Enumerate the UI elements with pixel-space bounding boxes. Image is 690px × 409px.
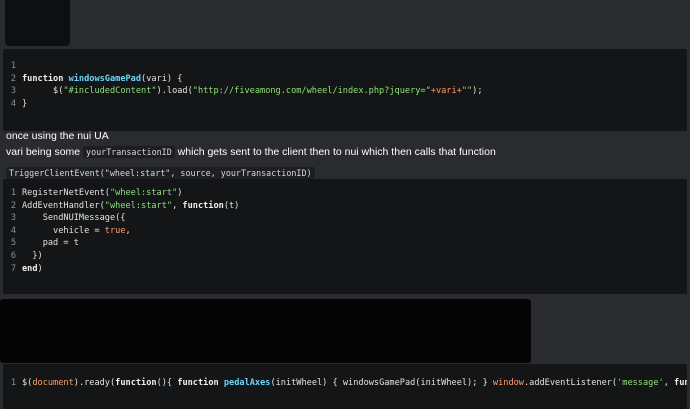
code-line: 7 end) [3, 263, 687, 276]
code-token: , [172, 200, 183, 211]
code-line: 3 $("#includedContent").load("http://fiv… [3, 85, 687, 98]
line-number: 4 [10, 98, 16, 109]
inline-code-trigger-client-event: TriggerClientEvent("wheel:start", source… [6, 167, 315, 179]
code-line: 5 pad = t [3, 237, 687, 250]
code-token: windowsGamePad [68, 73, 142, 84]
code-token: ) [37, 263, 43, 274]
code-token: (vari) { [141, 73, 183, 84]
code-token: (){ [156, 378, 178, 388]
line-number: 2 [10, 200, 16, 211]
code-line: 4 vehicle = true, [3, 225, 687, 238]
code-token: vehicle = [22, 225, 105, 236]
code-token: $( [22, 86, 64, 97]
code-token: "" [461, 86, 473, 97]
code-token: "wheel:start" [104, 200, 173, 211]
code-block-windows-gamepad: 1 2 function windowsGamePad(vari) {3 $("#i… [3, 49, 687, 131]
code-line: 1 $(document).ready(function(){ function … [3, 377, 687, 390]
line-number: 6 [10, 250, 16, 261]
code-line: 1 RegisterNetEvent("wheel:start") [3, 187, 687, 200]
code-token: "wheel:start" [109, 188, 178, 198]
code-block-document-ready: 1 $(document).ready(function(){ function … [3, 364, 687, 409]
redacted-image-middle [0, 299, 531, 363]
paragraph-vari-description: vari being some yourTransactionID which … [6, 146, 496, 158]
code-line: 6 }) [3, 250, 687, 263]
code-token: }) [22, 250, 43, 261]
code-token: $( [22, 378, 33, 388]
line-number: 4 [10, 225, 16, 236]
code-token: true [104, 225, 126, 236]
line-number: 1 [10, 188, 16, 198]
paragraph-text-before: vari being some [6, 146, 84, 158]
redacted-image-top [5, 0, 70, 46]
code-token: function [22, 73, 69, 84]
paragraph-text-after: which gets sent to the client then to nu… [174, 146, 496, 158]
code-token: window [492, 378, 524, 388]
code-token: SendNUIMessage({ [22, 213, 126, 224]
inline-code-transaction-id: yourTransactionID [83, 146, 175, 158]
code-token: end [22, 263, 38, 274]
paragraph-nui-ua: once using the nui UA [6, 130, 109, 142]
code-token: +vari+ [430, 86, 462, 97]
code-token: , [663, 378, 675, 388]
code-line: 2 AddEventHandler("wheel:start", function… [3, 200, 687, 213]
code-token: ) [177, 188, 183, 198]
code-line: 4} [3, 98, 687, 111]
code-token: pedalAxes [223, 378, 271, 388]
code-token: ).load( [156, 86, 193, 97]
code-line: 3 SendNUIMessage({ [3, 212, 687, 225]
code-token: pad = t [22, 238, 79, 249]
code-token: function [115, 378, 157, 388]
line-number: 1 [10, 378, 16, 388]
code-token: } [22, 98, 28, 109]
code-token: RegisterNetEvent( [22, 188, 110, 198]
code-token: AddEventHandler( [22, 200, 105, 211]
code-token: (initWheel) { windowsGamePad(initWheel);… [270, 378, 493, 388]
code-line: 2 function windowsGamePad(vari) { [3, 73, 687, 86]
code-token: "http://fiveamong.com/wheel/index.php?jq… [192, 86, 431, 97]
code-token: , [125, 225, 131, 236]
code-line: 1 [3, 60, 687, 73]
line-number: 1 [10, 61, 16, 71]
code-token: function [177, 378, 224, 388]
line-number: 5 [10, 238, 16, 249]
code-token: document [32, 378, 74, 388]
code-block-register-net-event: 1 RegisterNetEvent("wheel:start") 2 AddEven… [3, 179, 687, 294]
code-token: (t) [223, 200, 240, 211]
code-token: function [674, 378, 687, 388]
line-number: 7 [10, 263, 16, 274]
line-number: 3 [10, 213, 16, 224]
code-token: 'message' [617, 378, 664, 388]
code-token: function [182, 200, 224, 211]
code-token: "#includedContent" [63, 86, 157, 97]
line-number: 3 [10, 86, 16, 97]
code-token: .addEventListener( [523, 378, 618, 388]
code-token: ).ready( [73, 378, 116, 388]
line-number: 2 [10, 73, 16, 84]
code-token: ); [472, 86, 483, 97]
